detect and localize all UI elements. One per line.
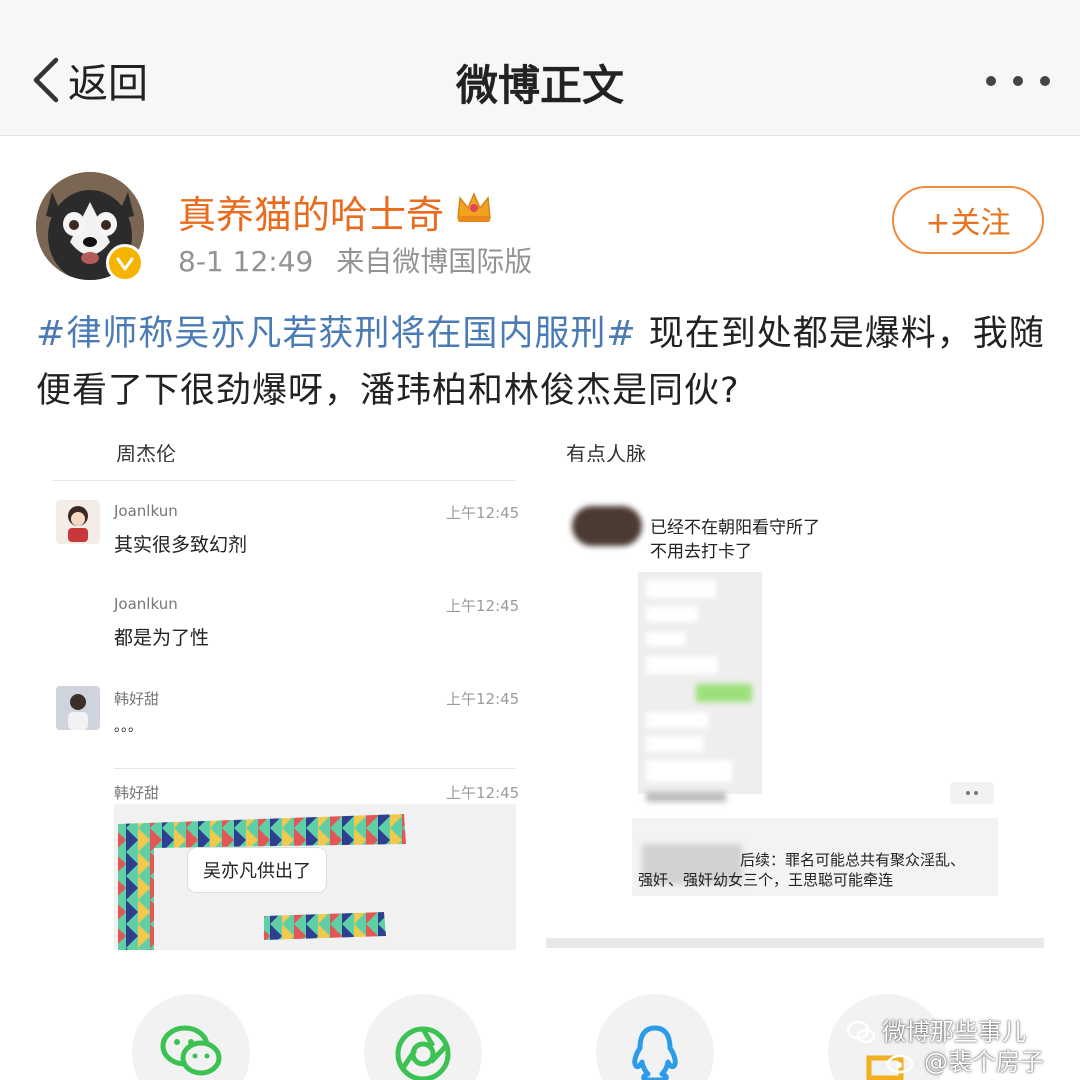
sticker-caption: 吴亦凡供出了 (188, 848, 326, 892)
message-time: 上午12:45 (446, 597, 520, 615)
cut-header-right: 有点人脉 (566, 442, 646, 462)
message-sender: 韩好甜 (114, 690, 160, 708)
top-navigation-bar: 返回 微博正文 (0, 0, 1080, 136)
message-text: 。。。 (114, 719, 142, 735)
message-time: 上午12:45 (446, 690, 520, 708)
more-options-icon (950, 782, 994, 804)
avatar (56, 500, 100, 544)
avatar (56, 686, 100, 730)
post-source: 来自微博国际版 (336, 245, 533, 278)
message-sender: Joanlkun (114, 595, 178, 613)
blurred-avatar (572, 506, 642, 546)
share-moments-button[interactable] (364, 994, 482, 1080)
moments-icon (395, 1026, 451, 1080)
post-image-left[interactable]: 周杰伦 Joanlkun 上午12:45 其实很多致幻剂 Joanlkun 上午… (36, 432, 526, 950)
follow-button[interactable]: +关注 (892, 186, 1044, 254)
more-options-icon[interactable] (986, 66, 1050, 96)
forwarded-text-line2: 不用去打卡了 (650, 542, 752, 562)
message-text: 其实很多致幻剂 (114, 534, 248, 556)
post-body: #律师称吴亦凡若获刑将在国内服刑# 现在到处都是爆料，我随便看了下很劲爆呀，潘玮… (36, 306, 1046, 420)
author-name[interactable]: 真养猫的哈士奇 (178, 184, 444, 239)
message-time: 上午12:45 (446, 504, 520, 522)
message-time: 上午12:45 (446, 784, 520, 802)
divider (52, 480, 516, 481)
message-sender: Joanlkun (114, 502, 178, 520)
watermark-text-2: @裴个房子 (924, 1048, 1044, 1076)
wechat-icon (160, 1025, 222, 1076)
watermark-line2: @裴个房子 (886, 1042, 1044, 1077)
footer-text-line2: 强奸、强奸幼女三个，王思聪可能牵连 (638, 871, 894, 889)
divider (114, 768, 516, 769)
hashtag-link[interactable]: #律师称吴亦凡若获刑将在国内服刑# (36, 314, 637, 354)
share-wechat-button[interactable] (132, 994, 250, 1080)
message-text: 都是为了性 (114, 627, 210, 649)
post-image-right[interactable]: 有点人脉 已经不在朝阳看守所了 不用去打卡了 后续：罪名可能总共有聚众淫乱、 强… (542, 432, 1048, 950)
chat-screenshot-thumbnail (638, 572, 762, 794)
wechat-icon (846, 1020, 876, 1044)
page-title: 微博正文 (455, 61, 624, 110)
image-divider (546, 938, 1044, 948)
crown-icon (457, 192, 491, 222)
cut-header-left: 周杰伦 (116, 442, 176, 462)
weibo-logo-icon (886, 1054, 914, 1074)
forwarded-text-line1: 已经不在朝阳看守所了 (650, 518, 820, 538)
blurred-caption (646, 792, 726, 802)
verified-badge-icon (106, 244, 144, 282)
message-sender: 韩好甜 (114, 784, 160, 802)
qq-icon (632, 1025, 678, 1080)
post-time: 8-1 12:49 (178, 245, 314, 278)
share-qq-button[interactable] (596, 994, 714, 1080)
post-meta: 8-1 12:49 来自微博国际版 (178, 240, 532, 280)
